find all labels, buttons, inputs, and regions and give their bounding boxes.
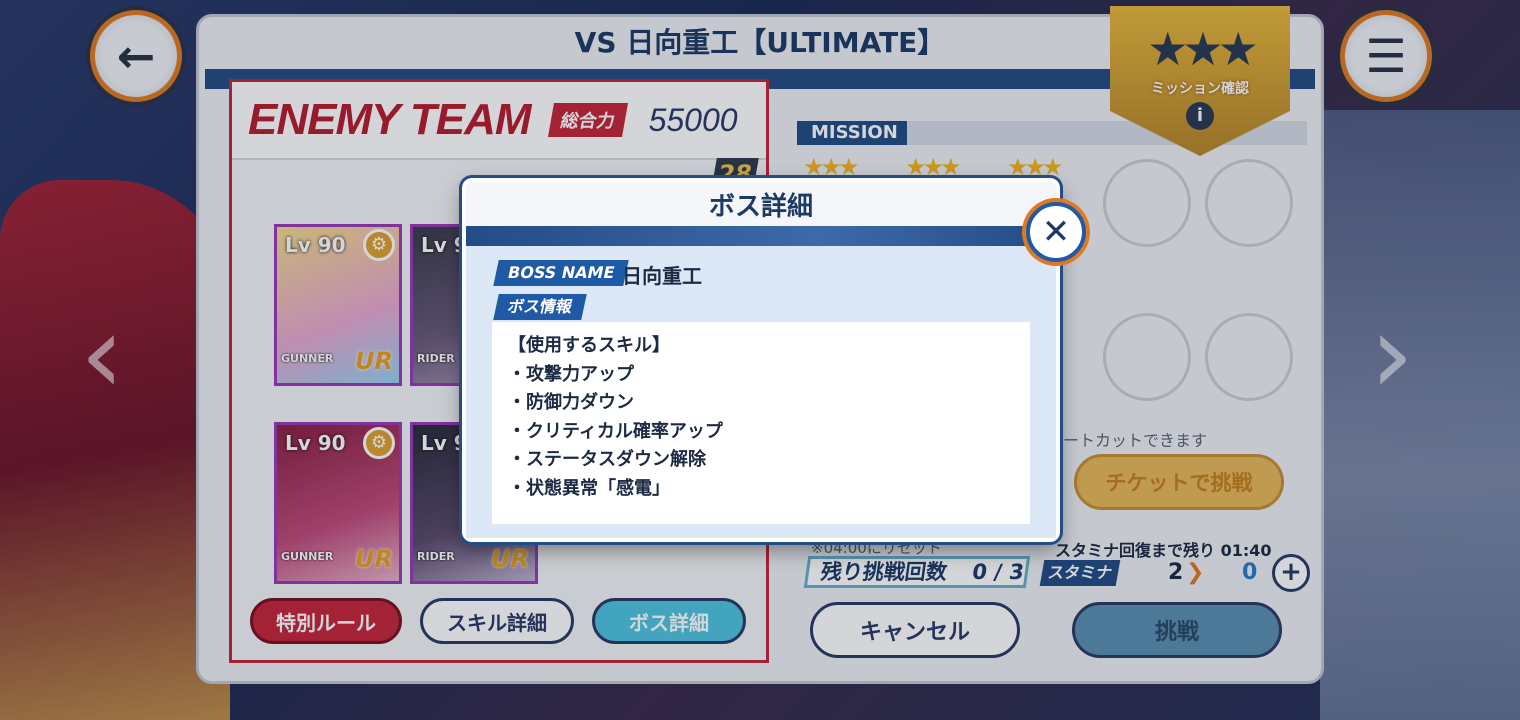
info-line: ・クリティカル確率アップ [508,420,723,442]
modal-stripe [466,226,1056,246]
close-modal-button[interactable]: ✕ [1026,202,1086,262]
info-line: 【使用するスキル】 [508,335,670,356]
modal-title: ボス詳細 [708,192,813,222]
info-line: ・防御力ダウン [508,392,634,413]
boss-name-tag: BOSS NAME [493,260,630,286]
boss-detail-modal: ボス詳細 BOSS NAME 日向重工 ボス情報 【使用するスキル】 ・攻撃力ア… [462,178,1060,542]
info-line: ・ステータスダウン解除 [508,449,706,470]
close-icon: ✕ [1041,212,1071,252]
modal-body: BOSS NAME 日向重工 ボス情報 【使用するスキル】 ・攻撃力アップ ・防… [466,246,1056,538]
boss-info-tag: ボス情報 [493,294,587,320]
info-line: ・攻撃力アップ [508,363,634,385]
info-line: ・状態異常「感電」 [508,477,670,499]
boss-name-value: 日向重工 [622,264,702,288]
boss-info-box: 【使用するスキル】 ・攻撃力アップ ・防御力ダウン ・クリティカル確率アップ ・… [492,322,1030,524]
